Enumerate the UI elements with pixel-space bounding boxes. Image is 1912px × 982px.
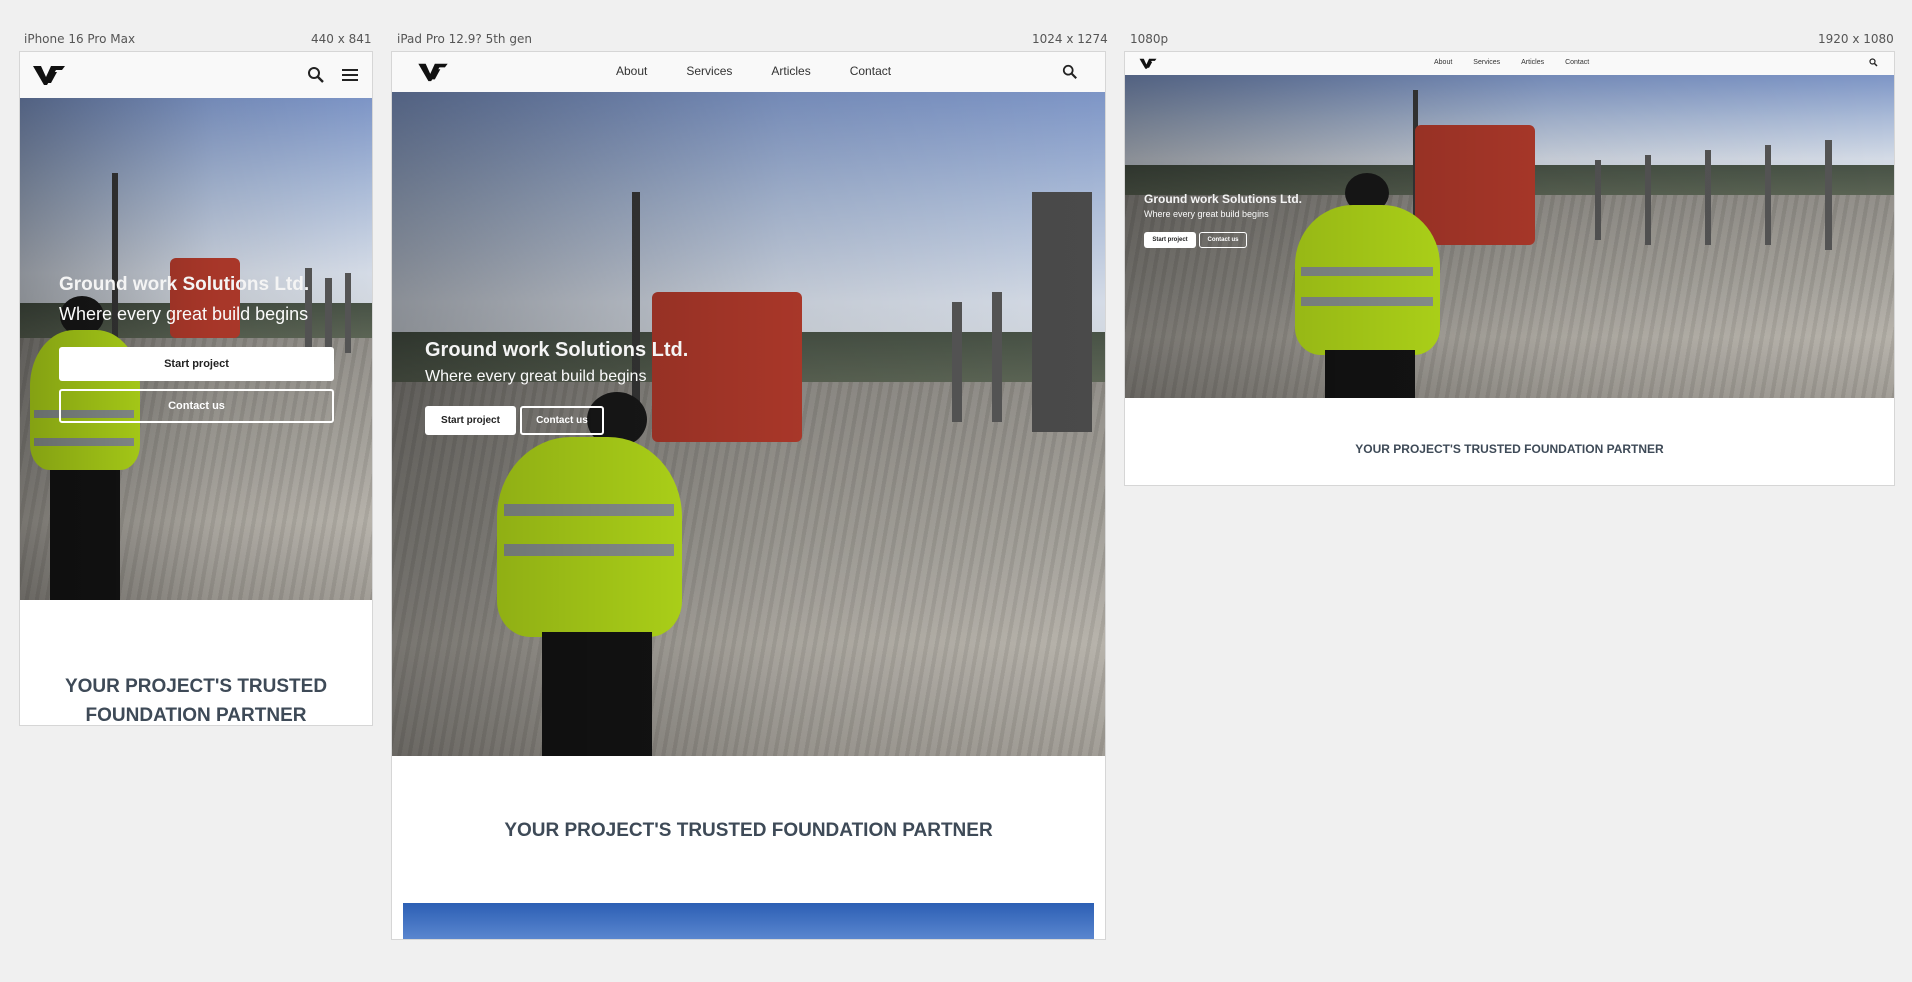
hero-subtitle: Where every great build begins xyxy=(425,368,647,385)
contact-us-button[interactable]: Contact us xyxy=(520,406,604,435)
hero-subtitle: Where every great build begins xyxy=(59,304,309,324)
hero-subtitle: Where every great build begins xyxy=(1144,209,1269,219)
tablet-hero: Ground work Solutions Ltd. Where every g… xyxy=(392,92,1105,756)
mobile-header xyxy=(20,52,372,98)
frame-size-desktop: 1920 x 1080 xyxy=(1818,32,1894,46)
tagline-line-1: YOUR PROJECT'S TRUSTED xyxy=(64,676,328,697)
start-project-button[interactable]: Start project xyxy=(1144,232,1196,248)
logo-icon[interactable] xyxy=(32,63,66,87)
start-project-button[interactable]: Start project xyxy=(425,406,516,435)
desktop-nav: About Services Articles Contact xyxy=(1434,59,1589,66)
search-icon[interactable] xyxy=(307,66,325,84)
frame-label-iphone: iPhone 16 Pro Max xyxy=(24,32,136,46)
search-icon[interactable] xyxy=(1869,58,1878,67)
section-image xyxy=(403,903,1094,939)
nav-services[interactable]: Services xyxy=(686,64,732,78)
frame-size-ipad: 1024 x 1274 xyxy=(1032,32,1108,46)
iphone-frame: Ground work Solutions Ltd. Where every g… xyxy=(19,51,373,726)
nav-contact[interactable]: Contact xyxy=(1565,59,1589,66)
mobile-hero: Ground work Solutions Ltd. Where every g… xyxy=(20,98,372,600)
logo-icon[interactable] xyxy=(417,61,449,83)
contact-us-button[interactable]: Contact us xyxy=(59,389,334,423)
tagline: YOUR PROJECT'S TRUSTED FOUNDATION PARTNE… xyxy=(20,672,372,726)
desktop-hero: Ground work Solutions Ltd. Where every g… xyxy=(1125,75,1894,398)
tablet-nav: About Services Articles Contact xyxy=(616,64,891,78)
contact-us-button[interactable]: Contact us xyxy=(1199,232,1247,248)
search-icon[interactable] xyxy=(1062,64,1078,80)
hero-title: Ground work Solutions Ltd. xyxy=(59,274,310,295)
tagline: YOUR PROJECT'S TRUSTED FOUNDATION PARTNE… xyxy=(1355,442,1664,456)
frame-size-iphone: 440 x 841 xyxy=(311,32,372,46)
hamburger-menu-icon[interactable] xyxy=(341,67,359,83)
frame-label-ipad: iPad Pro 12.9? 5th gen xyxy=(397,32,532,46)
frame-label-desktop: 1080p xyxy=(1130,32,1169,46)
desktop-header: About Services Articles Contact xyxy=(1125,52,1894,75)
nav-articles[interactable]: Articles xyxy=(771,64,810,78)
nav-about[interactable]: About xyxy=(1434,59,1452,66)
nav-contact[interactable]: Contact xyxy=(850,64,891,78)
ipad-frame: About Services Articles Contact Ground w… xyxy=(391,51,1106,940)
hero-title: Ground work Solutions Ltd. xyxy=(425,339,689,361)
tagline-line-2: FOUNDATION PARTNER xyxy=(85,705,307,726)
nav-about[interactable]: About xyxy=(616,64,647,78)
start-project-button[interactable]: Start project xyxy=(59,347,334,381)
tablet-header: About Services Articles Contact xyxy=(392,52,1105,92)
hero-title: Ground work Solutions Ltd. xyxy=(1144,192,1302,206)
tagline: YOUR PROJECT'S TRUSTED FOUNDATION PARTNE… xyxy=(504,820,993,841)
logo-icon[interactable] xyxy=(1139,57,1157,70)
nav-articles[interactable]: Articles xyxy=(1521,59,1544,66)
desktop-frame: About Services Articles Contact Ground w… xyxy=(1124,51,1895,486)
nav-services[interactable]: Services xyxy=(1473,59,1500,66)
